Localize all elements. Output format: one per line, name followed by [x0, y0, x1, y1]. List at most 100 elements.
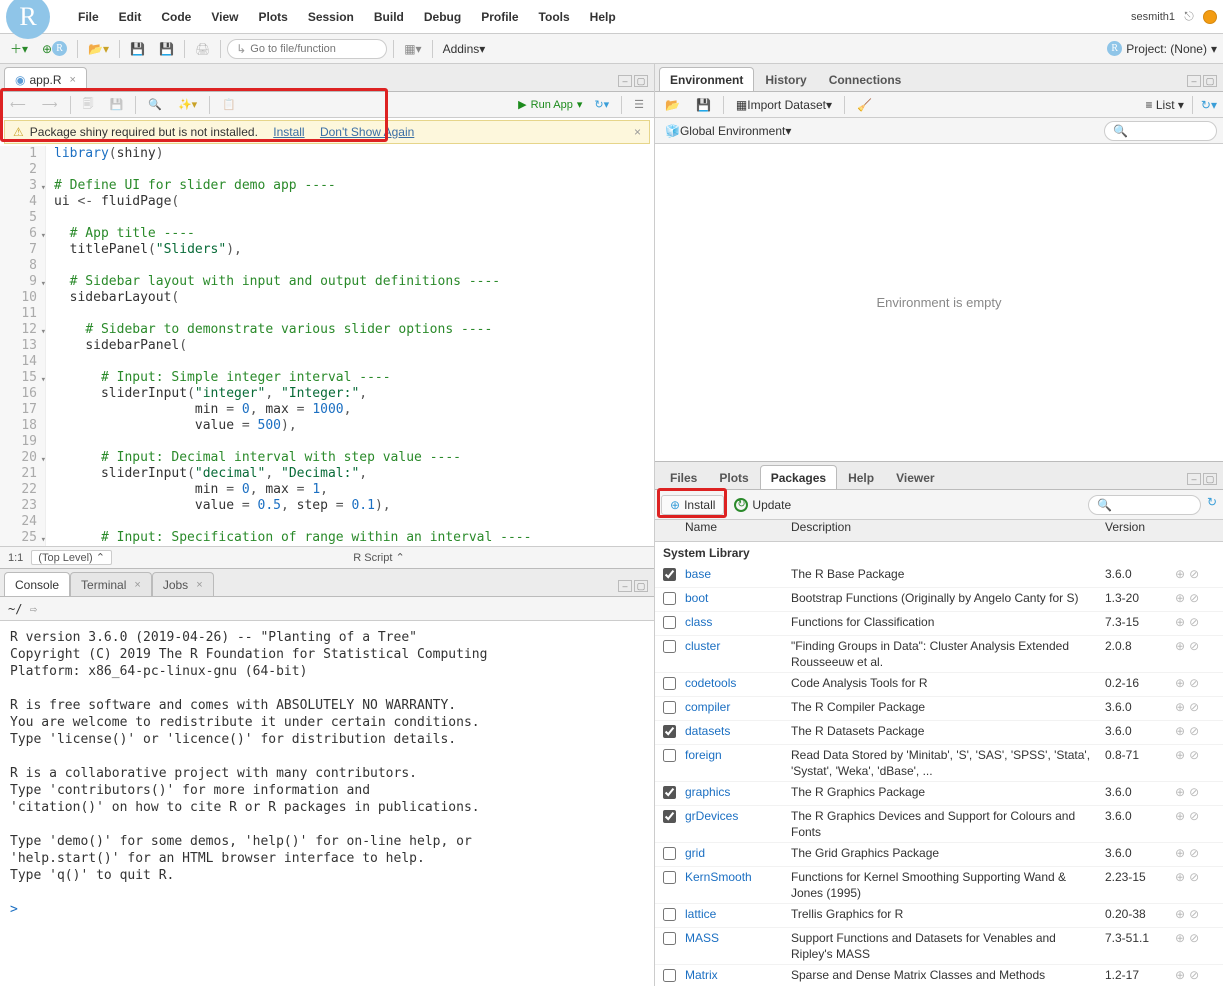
- install-link[interactable]: Install: [273, 125, 304, 139]
- tab-console[interactable]: Console: [4, 572, 70, 596]
- install-button[interactable]: ⊕Install: [661, 495, 724, 515]
- remove-icon[interactable]: ⊘: [1189, 906, 1199, 922]
- report-icon[interactable]: 📋: [218, 96, 240, 113]
- tab-environment[interactable]: Environment: [659, 67, 754, 91]
- web-icon[interactable]: ⊕: [1175, 747, 1185, 763]
- web-icon[interactable]: ⊕: [1175, 967, 1185, 983]
- col-version[interactable]: Version: [1105, 520, 1175, 541]
- package-name[interactable]: grid: [683, 845, 791, 861]
- remove-icon[interactable]: ⊘: [1189, 614, 1199, 630]
- tab-files[interactable]: Files: [659, 465, 708, 489]
- minimize-icon[interactable]: –: [618, 580, 632, 592]
- remove-icon[interactable]: ⊘: [1189, 699, 1199, 715]
- menu-build[interactable]: Build: [364, 6, 414, 28]
- load-icon[interactable]: 📂: [661, 96, 684, 114]
- menu-profile[interactable]: Profile: [471, 6, 528, 28]
- package-checkbox[interactable]: [663, 786, 676, 799]
- quit-icon[interactable]: [1203, 10, 1217, 24]
- package-name[interactable]: class: [683, 614, 791, 630]
- source-tab[interactable]: ◉ app.R ×: [4, 67, 87, 91]
- package-name[interactable]: compiler: [683, 699, 791, 715]
- back-icon[interactable]: ⟵: [6, 96, 30, 113]
- remove-icon[interactable]: ⊘: [1189, 747, 1199, 763]
- package-name[interactable]: codetools: [683, 675, 791, 691]
- show-icon[interactable]: 🗐: [79, 93, 98, 116]
- package-checkbox[interactable]: [663, 749, 676, 762]
- maximize-icon[interactable]: ▢: [1203, 473, 1217, 485]
- remove-icon[interactable]: ⊘: [1189, 784, 1199, 800]
- package-checkbox[interactable]: [663, 640, 676, 653]
- menu-edit[interactable]: Edit: [109, 6, 152, 28]
- tab-help[interactable]: Help: [837, 465, 885, 489]
- new-project-icon[interactable]: ⊕R: [38, 39, 71, 58]
- package-checkbox[interactable]: [663, 932, 676, 945]
- dont-show-link[interactable]: Don't Show Again: [320, 125, 414, 139]
- package-checkbox[interactable]: [663, 847, 676, 860]
- web-icon[interactable]: ⊕: [1175, 566, 1185, 582]
- menu-code[interactable]: Code: [151, 6, 201, 28]
- tab-history[interactable]: History: [754, 67, 817, 91]
- scope-dropdown[interactable]: (Top Level) ⌃: [31, 550, 112, 565]
- remove-icon[interactable]: ⊘: [1189, 675, 1199, 691]
- web-icon[interactable]: ⊕: [1175, 675, 1185, 691]
- tab-packages[interactable]: Packages: [760, 465, 837, 489]
- goto-file-function[interactable]: ↳: [227, 39, 387, 59]
- remove-icon[interactable]: ⊘: [1189, 808, 1199, 824]
- project-label[interactable]: Project: (None): [1126, 42, 1207, 56]
- web-icon[interactable]: ⊕: [1175, 906, 1185, 922]
- package-checkbox[interactable]: [663, 871, 676, 884]
- remove-icon[interactable]: ⊘: [1189, 869, 1199, 885]
- menu-tools[interactable]: Tools: [529, 6, 580, 28]
- web-icon[interactable]: ⊕: [1175, 869, 1185, 885]
- close-icon[interactable]: ×: [634, 125, 641, 139]
- save-icon[interactable]: 💾: [126, 40, 149, 58]
- minimize-icon[interactable]: –: [618, 75, 632, 87]
- col-name[interactable]: Name: [683, 520, 791, 541]
- save-all-icon[interactable]: 💾: [155, 40, 178, 58]
- package-checkbox[interactable]: [663, 725, 676, 738]
- print-icon[interactable]: 🖨: [191, 40, 214, 58]
- tab-connections[interactable]: Connections: [818, 67, 913, 91]
- package-checkbox[interactable]: [663, 592, 676, 605]
- package-checkbox[interactable]: [663, 616, 676, 629]
- remove-icon[interactable]: ⊘: [1189, 845, 1199, 861]
- remove-icon[interactable]: ⊘: [1189, 566, 1199, 582]
- goto-input[interactable]: [250, 43, 370, 55]
- forward-icon[interactable]: ⟶: [38, 96, 62, 113]
- package-checkbox[interactable]: [663, 568, 676, 581]
- remove-icon[interactable]: ⊘: [1189, 967, 1199, 983]
- menu-plots[interactable]: Plots: [248, 6, 297, 28]
- web-icon[interactable]: ⊕: [1175, 699, 1185, 715]
- tab-terminal[interactable]: Terminal×: [70, 572, 152, 596]
- maximize-icon[interactable]: ▢: [634, 75, 648, 87]
- addins-button[interactable]: Addins ▾: [439, 40, 490, 58]
- col-desc[interactable]: Description: [791, 520, 1105, 541]
- reload-icon[interactable]: ↻▾: [590, 96, 613, 113]
- package-checkbox[interactable]: [663, 677, 676, 690]
- packages-search[interactable]: 🔍: [1088, 495, 1201, 515]
- web-icon[interactable]: ⊕: [1175, 930, 1185, 946]
- package-name[interactable]: boot: [683, 590, 791, 606]
- remove-icon[interactable]: ⊘: [1189, 930, 1199, 946]
- packages-list[interactable]: System Library baseThe R Base Package3.6…: [655, 542, 1223, 986]
- maximize-icon[interactable]: ▢: [634, 580, 648, 592]
- import-dataset-button[interactable]: ▦ Import Dataset ▾: [732, 96, 836, 114]
- package-checkbox[interactable]: [663, 908, 676, 921]
- menu-view[interactable]: View: [201, 6, 248, 28]
- menu-help[interactable]: Help: [580, 6, 626, 28]
- close-icon[interactable]: ×: [70, 74, 76, 86]
- save-icon[interactable]: 💾: [106, 96, 128, 113]
- package-name[interactable]: foreign: [683, 747, 791, 763]
- console-output[interactable]: R version 3.6.0 (2019-04-26) -- "Plantin…: [0, 621, 654, 986]
- tab-plots[interactable]: Plots: [708, 465, 759, 489]
- package-name[interactable]: MASS: [683, 930, 791, 946]
- environment-search[interactable]: 🔍: [1104, 121, 1217, 141]
- web-icon[interactable]: ⊕: [1175, 590, 1185, 606]
- package-name[interactable]: KernSmooth: [683, 869, 791, 885]
- remove-icon[interactable]: ⊘: [1189, 590, 1199, 606]
- clear-icon[interactable]: 🧹: [853, 96, 876, 114]
- tab-viewer[interactable]: Viewer: [885, 465, 945, 489]
- menu-session[interactable]: Session: [298, 6, 364, 28]
- run-app-button[interactable]: ▶Run App ▾: [518, 98, 582, 111]
- web-icon[interactable]: ⊕: [1175, 784, 1185, 800]
